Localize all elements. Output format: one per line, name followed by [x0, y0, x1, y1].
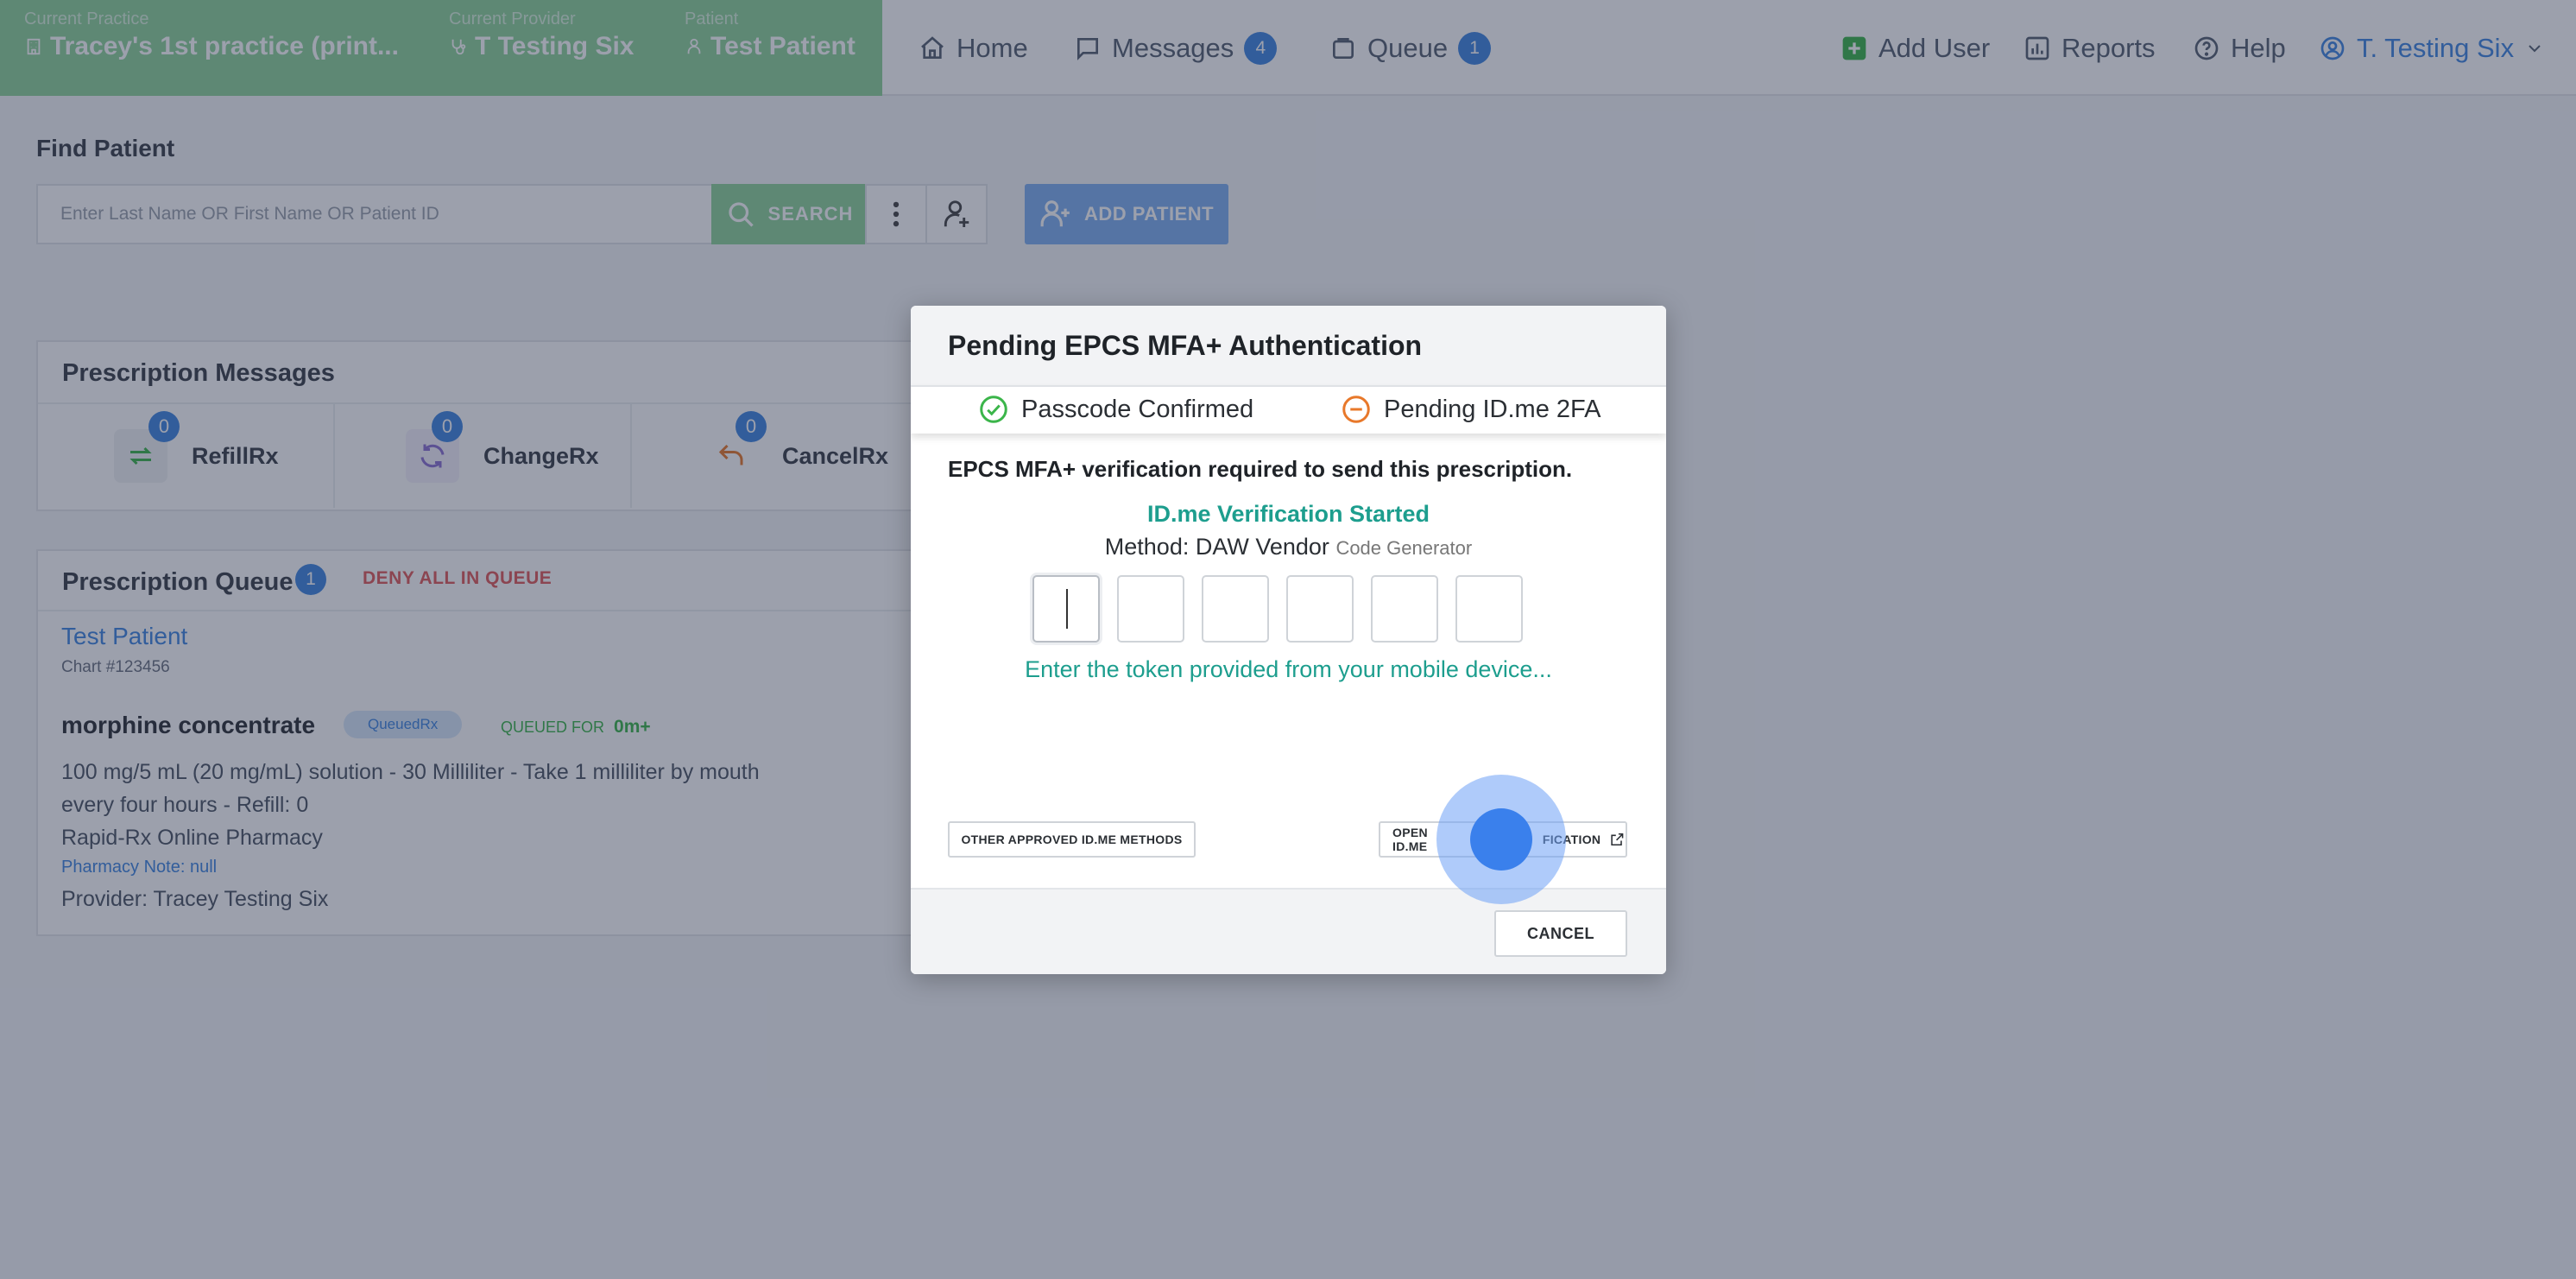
status-pending-2fa: Pending ID.me 2FA [1341, 394, 1601, 425]
token-digit-5[interactable] [1371, 575, 1438, 643]
status-confirmed-label: Passcode Confirmed [1021, 395, 1254, 423]
status-passcode-confirmed: Passcode Confirmed [978, 394, 1253, 425]
method-label: Method: DAW Vendor [1104, 534, 1329, 560]
verification-method: Method: DAW Vendor Code Generator [911, 534, 1666, 560]
token-input-group [1032, 575, 1523, 643]
method-sub: Code Generator [1335, 537, 1473, 559]
token-digit-4[interactable] [1286, 575, 1354, 643]
minus-circle-icon [1342, 396, 1370, 423]
token-digit-3[interactable] [1202, 575, 1269, 643]
modal-footer: CANCEL [911, 888, 1666, 974]
token-digit-2[interactable] [1117, 575, 1184, 643]
verification-required-message: EPCS MFA+ verification required to send … [948, 456, 1573, 482]
status-pending-label: Pending ID.me 2FA [1384, 395, 1601, 423]
token-digit-6[interactable] [1455, 575, 1523, 643]
auth-status-bar: Passcode Confirmed Pending ID.me 2FA [911, 385, 1666, 434]
external-link-icon [1611, 833, 1624, 846]
modal-title: Pending EPCS MFA+ Authentication [948, 330, 1423, 361]
modal-header: Pending EPCS MFA+ Authentication [911, 306, 1666, 385]
idme-verification-started: ID.me Verification Started [1146, 501, 1430, 527]
other-idme-methods-button[interactable]: OTHER APPROVED ID.ME METHODS [948, 821, 1196, 858]
check-circle-icon [980, 396, 1007, 423]
token-digit-1[interactable] [1032, 575, 1100, 643]
click-indicator-dot [1470, 808, 1532, 871]
other-idme-methods-label: OTHER APPROVED ID.ME METHODS [961, 833, 1183, 846]
token-hint: Enter the token provided from your mobil… [1025, 656, 1552, 682]
cancel-button[interactable]: CANCEL [1494, 910, 1627, 957]
